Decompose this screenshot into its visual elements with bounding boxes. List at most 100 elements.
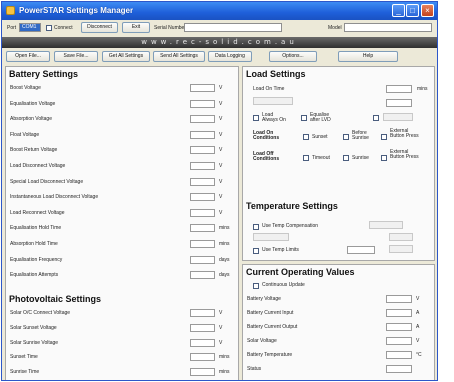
save-file-button[interactable]: Save File...	[54, 51, 98, 62]
setting-value-input[interactable]	[190, 338, 215, 347]
on-external-button-checkbox[interactable]	[381, 134, 387, 140]
setting-unit: mins	[219, 225, 230, 232]
temp-limit-low-input[interactable]	[347, 246, 375, 254]
setting-label: Status	[247, 366, 262, 372]
use-temp-compensation-label: Use Temp Compensation	[262, 223, 319, 229]
connection-bar: Port COM1 Connect Disconnect Exit Serial…	[2, 21, 437, 36]
setting-value-input[interactable]	[190, 146, 215, 155]
exit-button[interactable]: Exit	[122, 22, 150, 33]
setting-unit: A	[416, 310, 420, 316]
off-timeout-checkbox[interactable]	[303, 155, 309, 161]
setting-value-input[interactable]	[190, 177, 215, 186]
setting-row: Sunset Time mins	[6, 352, 238, 362]
setting-label: Solar Sunset Voltage	[10, 324, 57, 331]
setting-label: Battery Voltage	[247, 296, 281, 302]
connect-label: Connect	[54, 25, 73, 31]
setting-label: Boost Return Voltage	[10, 147, 58, 154]
load-always-on-checkbox[interactable]	[253, 115, 259, 121]
load-on-time-label: Load On Time	[253, 86, 285, 92]
load-always-on-label: Load Always On	[262, 112, 286, 123]
setting-label: Equalisation Frequency	[10, 256, 63, 263]
setting-value-input[interactable]	[190, 224, 215, 233]
website-banner: www.rec-solid.com.au	[2, 37, 437, 48]
setting-label: Solar Voltage	[247, 338, 277, 344]
setting-label: Battery Temperature	[247, 352, 293, 358]
open-file-button[interactable]: Open File...	[6, 51, 50, 62]
temp-compensation-input[interactable]	[389, 233, 413, 241]
connect-checkbox[interactable]	[46, 25, 52, 31]
port-select[interactable]: COM1	[19, 23, 41, 32]
setting-value-input[interactable]	[190, 193, 215, 202]
close-button[interactable]: ×	[421, 4, 434, 17]
setting-value-input[interactable]	[190, 130, 215, 139]
off-sunrise-checkbox[interactable]	[343, 155, 349, 161]
load-on-time-input[interactable]	[386, 85, 412, 93]
on-sunset-checkbox[interactable]	[303, 134, 309, 140]
model-field[interactable]	[344, 23, 432, 32]
setting-value-input[interactable]	[190, 353, 215, 362]
use-temp-compensation-checkbox[interactable]	[253, 224, 259, 230]
setting-unit: days	[219, 272, 230, 279]
equalise-after-lvd-label: Equalise after LVD	[310, 112, 331, 123]
setting-value-input[interactable]	[190, 368, 215, 377]
title-bar[interactable]: PowerSTAR Settings Manager _ □ ×	[2, 2, 437, 20]
setting-value-input[interactable]	[386, 309, 412, 317]
disconnect-button[interactable]: Disconnect	[81, 22, 118, 33]
send-all-settings-button[interactable]: Send All Settings	[153, 51, 205, 62]
temp-limit-high-input[interactable]	[389, 245, 413, 253]
setting-label: Solar Sunrise Voltage	[10, 339, 59, 346]
setting-unit: mins	[219, 369, 230, 376]
settings-manager-window: PowerSTAR Settings Manager _ □ × Port CO…	[1, 1, 438, 381]
serial-number-field[interactable]	[184, 23, 282, 32]
setting-unit: V	[219, 209, 223, 216]
load-on-time-slider[interactable]	[253, 97, 293, 105]
get-all-settings-button[interactable]: Get All Settings	[102, 51, 150, 62]
setting-row: Float Voltage V	[6, 130, 238, 140]
setting-value-input[interactable]	[190, 84, 215, 92]
setting-value-input[interactable]	[190, 208, 215, 217]
use-temp-limits-checkbox[interactable]	[253, 248, 259, 254]
help-button[interactable]: Help	[338, 51, 398, 62]
extra-load-option-field	[383, 113, 413, 121]
on-external-button-label: External Button Press	[390, 128, 419, 139]
setting-row: Boost Return Voltage V	[6, 145, 238, 155]
setting-unit: V	[219, 163, 223, 169]
setting-value-input[interactable]	[386, 337, 412, 345]
setting-value-input[interactable]	[386, 295, 412, 303]
options-button[interactable]: Options...	[269, 51, 317, 62]
equalise-after-lvd-checkbox[interactable]	[301, 115, 307, 121]
toolbar: Open File... Save File... Get All Settin…	[2, 50, 437, 64]
setting-unit: V	[416, 296, 420, 302]
setting-value-input[interactable]	[386, 351, 412, 359]
setting-value-input[interactable]	[190, 255, 215, 264]
setting-label: Battery Current Output	[247, 324, 298, 330]
serial-number-label: Serial Number	[154, 25, 186, 31]
setting-row: Solar Sunrise Voltage V	[6, 338, 238, 348]
use-temp-limits-label: Use Temp Limits	[262, 247, 299, 253]
load-on-time-secondary-input[interactable]	[386, 99, 412, 107]
setting-unit: days	[219, 256, 230, 263]
setting-label: Battery Current Input	[247, 310, 294, 316]
setting-value-input[interactable]	[190, 240, 215, 248]
data-logging-button[interactable]: Data Logging	[208, 51, 252, 62]
setting-value-input[interactable]	[190, 309, 215, 317]
minimize-button[interactable]: _	[392, 4, 405, 17]
setting-value-input[interactable]	[190, 99, 215, 108]
setting-row: Sunrise Time mins	[6, 367, 238, 377]
setting-row: Status	[243, 364, 434, 374]
off-external-button-checkbox[interactable]	[381, 155, 387, 161]
on-before-sunrise-checkbox[interactable]	[343, 134, 349, 140]
setting-value-input[interactable]	[386, 365, 412, 373]
setting-value-input[interactable]	[190, 115, 215, 124]
setting-value-input[interactable]	[190, 271, 215, 280]
maximize-button[interactable]: □	[406, 4, 419, 17]
continuous-update-checkbox[interactable]	[253, 283, 259, 289]
temp-compensation-select[interactable]	[369, 221, 403, 229]
setting-value-input[interactable]	[386, 323, 412, 331]
extra-load-option-checkbox[interactable]	[373, 115, 379, 121]
setting-value-input[interactable]	[190, 162, 215, 170]
setting-row: Battery Voltage V	[243, 294, 434, 304]
setting-value-input[interactable]	[190, 323, 215, 332]
setting-label: Absorption Voltage	[10, 116, 52, 123]
window-title: PowerSTAR Settings Manager	[19, 6, 134, 15]
